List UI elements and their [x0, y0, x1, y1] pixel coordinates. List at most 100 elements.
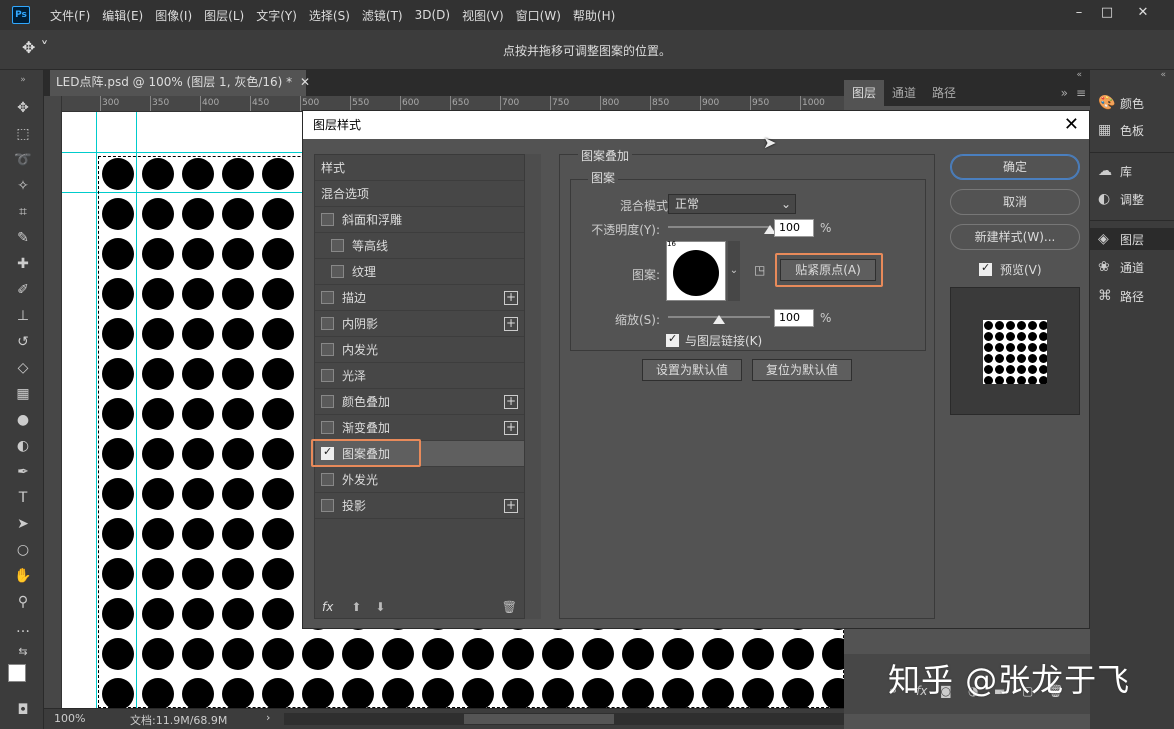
blur-icon[interactable]: ●	[12, 410, 34, 430]
scale-input[interactable]: 100	[774, 309, 814, 327]
gradient-icon[interactable]: ▦	[12, 384, 34, 404]
fx-menu-button[interactable]: fx	[322, 600, 333, 614]
pattern-swatch[interactable]: 16	[666, 240, 726, 301]
cancel-button[interactable]: 取消	[950, 189, 1080, 215]
swap-colors-icon[interactable]: ⇆	[12, 642, 34, 662]
menu-item-9[interactable]: 窗口(W)	[510, 7, 567, 24]
style-checkbox[interactable]	[321, 343, 334, 356]
minimize-icon[interactable]: –	[1068, 2, 1090, 24]
add-effect-icon[interactable]: +	[504, 421, 518, 435]
pen-icon[interactable]: ✒	[12, 462, 34, 482]
menu-item-5[interactable]: 选择(S)	[303, 7, 356, 24]
menu-item-7[interactable]: 3D(D)	[409, 8, 456, 22]
type-icon[interactable]: T	[12, 488, 34, 508]
close-icon[interactable]: ✕	[1132, 2, 1154, 24]
new-style-button[interactable]: 新建样式(W)...	[950, 224, 1080, 250]
style-checkbox[interactable]	[321, 421, 334, 434]
style-item-9[interactable]: 颜色叠加 +	[315, 389, 524, 415]
dialog-title-bar[interactable]: 图层样式 ✕	[303, 111, 1089, 139]
style-item-12[interactable]: 外发光	[315, 467, 524, 493]
more-tools-icon[interactable]: …	[12, 618, 34, 638]
crop-icon[interactable]: ⌗	[12, 202, 34, 222]
preview-row[interactable]: 预览(V)	[979, 261, 1042, 278]
delete-effect-icon[interactable]: 🗑	[502, 600, 517, 614]
menu-item-6[interactable]: 滤镜(T)	[356, 7, 409, 24]
zoom-icon[interactable]: ⚲	[12, 592, 34, 612]
dock-collapse-icon[interactable]: «	[1090, 70, 1174, 80]
style-checkbox[interactable]	[321, 473, 334, 486]
dodge-icon[interactable]: ◐	[12, 436, 34, 456]
stamp-icon[interactable]: ⊥	[12, 306, 34, 326]
tab-channels[interactable]: 通道	[884, 80, 924, 106]
menu-item-1[interactable]: 编辑(E)	[96, 7, 149, 24]
style-item-13[interactable]: 投影 +	[315, 493, 524, 519]
add-effect-icon[interactable]: +	[504, 291, 518, 305]
style-item-5[interactable]: 描边 +	[315, 285, 524, 311]
panel-collapse-icon[interactable]: «	[844, 70, 1090, 80]
add-effect-icon[interactable]: +	[504, 499, 518, 513]
collapse-icon[interactable]: »	[12, 70, 34, 90]
healing-icon[interactable]: ✚	[12, 254, 34, 274]
menu-item-10[interactable]: 帮助(H)	[567, 7, 621, 24]
style-item-2[interactable]: 斜面和浮雕	[315, 207, 524, 233]
dock-libraries[interactable]: ☁ 库	[1098, 160, 1174, 182]
blend-mode-select[interactable]: 正常 ⌄	[668, 194, 796, 214]
style-item-6[interactable]: 内阴影 +	[315, 311, 524, 337]
add-effect-icon[interactable]: +	[504, 317, 518, 331]
style-checkbox[interactable]	[331, 239, 344, 252]
style-item-1[interactable]: 混合选项	[315, 181, 524, 207]
style-item-7[interactable]: 内发光	[315, 337, 524, 363]
style-item-8[interactable]: 光泽	[315, 363, 524, 389]
dock-channels[interactable]: ❀ 通道	[1098, 256, 1174, 278]
style-checkbox[interactable]	[321, 369, 334, 382]
style-item-0[interactable]: 样式	[315, 155, 524, 181]
pattern-picker-chevron-icon[interactable]: ⌄	[728, 241, 740, 301]
quick-mask-icon[interactable]: ◘	[12, 700, 34, 720]
set-default-button[interactable]: 设置为默认值	[642, 359, 742, 381]
panel-expand-icon[interactable]: »	[1061, 80, 1068, 106]
tab-paths[interactable]: 路径	[924, 80, 964, 106]
move-icon[interactable]: ✥	[12, 98, 34, 118]
dock-swatches[interactable]: ▦ 色板	[1098, 119, 1174, 141]
style-checkbox[interactable]	[321, 395, 334, 408]
dock-paths[interactable]: ⌘ 路径	[1098, 285, 1174, 307]
foreground-color[interactable]	[8, 664, 26, 682]
style-checkbox[interactable]	[331, 265, 344, 278]
magic-wand-icon[interactable]: ✧	[12, 176, 34, 196]
preview-checkbox[interactable]	[979, 261, 992, 276]
scrollbar-thumb[interactable]	[464, 714, 614, 724]
menu-item-4[interactable]: 文字(Y)	[250, 7, 303, 24]
add-effect-icon[interactable]: +	[504, 395, 518, 409]
brush-icon[interactable]: ✐	[12, 280, 34, 300]
style-checkbox[interactable]	[321, 213, 334, 226]
eyedropper-icon[interactable]: ✎	[12, 228, 34, 248]
lasso-icon[interactable]: ➰	[12, 150, 34, 170]
link-with-layer-row[interactable]: 与图层链接(K)	[666, 332, 762, 349]
status-arrow-icon[interactable]: ›	[266, 711, 270, 724]
style-list-scrollbar[interactable]	[525, 154, 541, 619]
menu-item-2[interactable]: 图像(I)	[149, 7, 198, 24]
opacity-input[interactable]: 100	[774, 219, 814, 237]
style-checkbox[interactable]	[321, 317, 334, 330]
style-item-3[interactable]: 等高线	[315, 233, 524, 259]
reset-default-button[interactable]: 复位为默认值	[752, 359, 852, 381]
tab-close-icon[interactable]: ✕	[300, 75, 310, 89]
ok-button[interactable]: 确定	[950, 154, 1080, 180]
maximize-icon[interactable]: □	[1096, 2, 1118, 24]
horizontal-scrollbar[interactable]	[284, 713, 844, 725]
style-item-10[interactable]: 渐变叠加 +	[315, 415, 524, 441]
document-tab[interactable]: LED点阵.psd @ 100% (图层 1, 灰色/16) * ✕	[50, 70, 310, 96]
dock-color[interactable]: 🎨 颜色	[1098, 92, 1174, 114]
ellipse-icon[interactable]: ○	[12, 540, 34, 560]
dialog-close-icon[interactable]: ✕	[1064, 114, 1079, 136]
path-select-icon[interactable]: ➤	[12, 514, 34, 534]
zoom-level[interactable]: 100%	[54, 712, 85, 725]
link-with-layer-checkbox[interactable]	[666, 332, 679, 347]
panel-menu-icon[interactable]: ≡	[1076, 80, 1086, 106]
menu-item-8[interactable]: 视图(V)	[456, 7, 510, 24]
dock-layers[interactable]: ◈ 图层	[1090, 228, 1174, 250]
move-up-icon[interactable]: ⬆	[351, 600, 361, 614]
eraser-icon[interactable]: ◇	[12, 358, 34, 378]
marquee-icon[interactable]: ⬚	[12, 124, 34, 144]
history-brush-icon[interactable]: ↺	[12, 332, 34, 352]
